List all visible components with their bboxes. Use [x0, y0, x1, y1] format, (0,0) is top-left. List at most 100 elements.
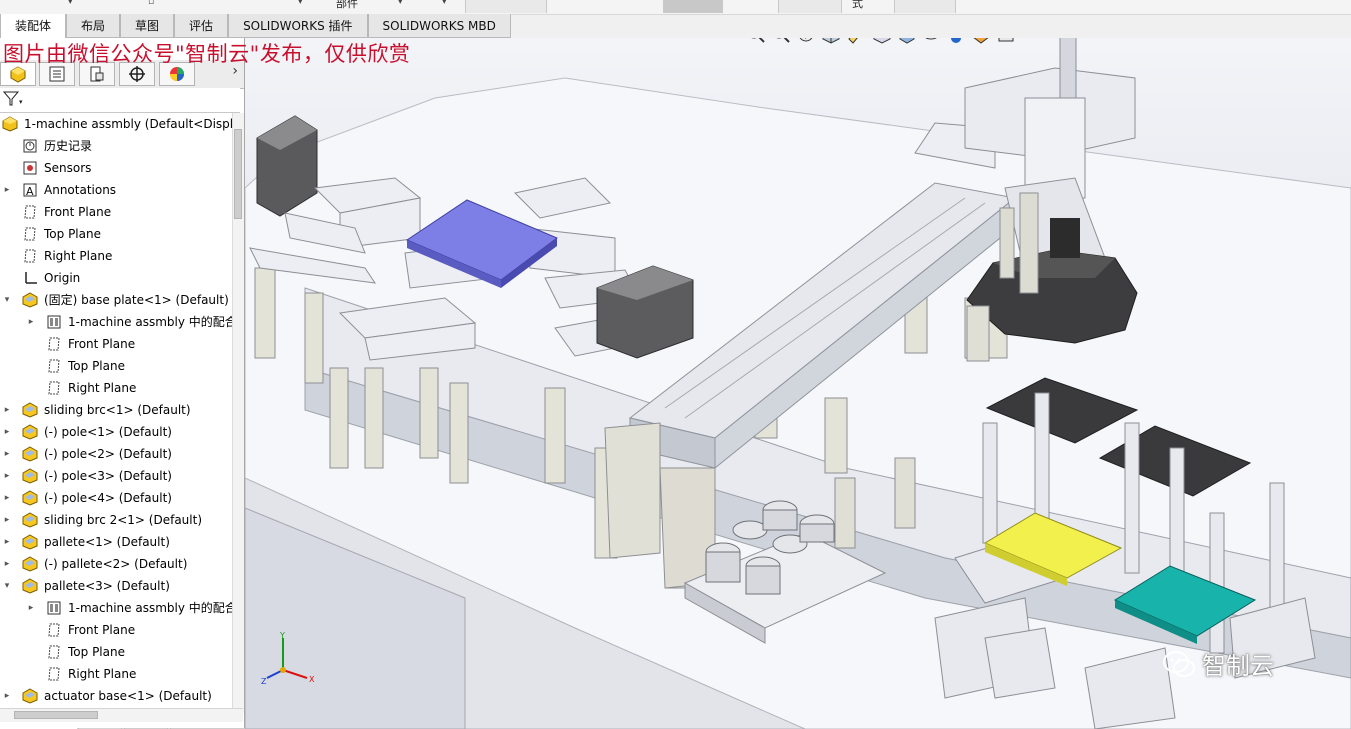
tree-node[interactable]: ▸ pallete<1> (Default)	[0, 531, 232, 553]
wechat-brand-text: 智制云	[1202, 652, 1274, 680]
tab-layout[interactable]: 布局	[66, 14, 121, 38]
tree-node[interactable]: Front Plane	[0, 333, 232, 355]
apply-scene-icon	[973, 38, 989, 44]
tree-node[interactable]: Right Plane	[0, 377, 232, 399]
tree-node[interactable]: Origin	[0, 267, 232, 289]
toolbar-button[interactable]	[778, 0, 842, 13]
filter-icon[interactable]: ▾	[2, 91, 23, 111]
part-icon	[22, 446, 38, 462]
tree-vertical-scrollbar[interactable]	[232, 113, 244, 713]
tab-sketch[interactable]: 草图	[120, 14, 175, 38]
tab-mbd[interactable]: SOLIDWORKS MBD	[367, 14, 511, 38]
view-settings-button[interactable]	[995, 38, 1017, 45]
tree-node[interactable]: ▸ sliding brc<1> (Default)	[0, 399, 232, 421]
expand-arrow-icon[interactable]: ▸	[2, 509, 12, 531]
part-icon	[22, 402, 38, 418]
scrollbar-thumb[interactable]	[234, 129, 242, 219]
tree-node[interactable]: Front Plane	[0, 619, 232, 641]
toolbar-label[interactable]: 部件	[336, 0, 358, 11]
dropdown-arrow-icon[interactable]: ▾	[68, 0, 73, 7]
zoom-to-fit-button[interactable]	[745, 38, 767, 45]
expand-arrow-icon[interactable]: ▸	[2, 443, 12, 465]
toolbar-button[interactable]	[894, 0, 956, 13]
display-style-icon	[899, 38, 915, 44]
plane-icon	[46, 358, 62, 374]
expand-arrow-icon[interactable]: ▸	[2, 685, 12, 707]
toolbar-label[interactable]: 式	[852, 0, 863, 11]
graphics-area[interactable]: Y X Z 智制云	[245, 38, 1351, 729]
tree-node-label: Right Plane	[44, 249, 113, 263]
tree-node[interactable]: ▾ pallete<3> (Default)	[0, 575, 232, 597]
plane-icon	[46, 622, 62, 638]
expand-arrow-icon[interactable]: ▸	[2, 421, 12, 443]
dropdown-arrow-icon[interactable]: ▾	[398, 0, 403, 7]
zoom-area-icon	[776, 38, 790, 43]
tree-node[interactable]: Right Plane	[0, 663, 232, 685]
apply-scene-button[interactable]	[970, 38, 992, 45]
section-view-button[interactable]	[820, 38, 842, 45]
tree-node[interactable]: Top Plane	[0, 223, 232, 245]
tab-evaluate[interactable]: 评估	[174, 14, 229, 38]
edit-appearance-button[interactable]	[945, 38, 967, 45]
dynamic-annotation-button[interactable]	[845, 38, 867, 45]
expand-arrow-icon[interactable]: ▸	[2, 179, 12, 201]
tree-node[interactable]: 1-machine assmbly (Default<Displa	[0, 113, 232, 135]
tree-node[interactable]: ▸ 1-machine assmbly 中的配合	[0, 597, 232, 619]
hide-show-button[interactable]	[920, 38, 942, 45]
feature-tree: 1-machine assmbly (Default<Displa 历史记录 Sen…	[0, 113, 232, 713]
assembly-model[interactable]	[245, 38, 1351, 729]
triad-y-label: Y	[279, 631, 285, 640]
zoom-area-button[interactable]	[770, 38, 792, 45]
expand-arrow-icon[interactable]: ▸	[2, 465, 12, 487]
tree-node[interactable]: ▸ (-) pole<2> (Default)	[0, 443, 232, 465]
expand-arrow-icon[interactable]: ▸	[2, 487, 12, 509]
tab-assembly[interactable]: 装配体	[0, 14, 67, 38]
history-icon	[22, 138, 38, 154]
dropdown-arrow-icon[interactable]: ▫	[148, 0, 154, 7]
collapse-arrow-icon[interactable]: ▾	[2, 289, 12, 311]
scrollbar-thumb[interactable]	[14, 711, 98, 719]
tree-node[interactable]: ▸ A Annotations	[0, 179, 232, 201]
view-orientation-button[interactable]	[870, 38, 892, 45]
tree-horizontal-scrollbar[interactable]	[0, 708, 243, 722]
tree-filter-bar[interactable]: ▾	[0, 88, 240, 113]
part-icon	[22, 578, 38, 594]
mates-icon	[46, 600, 62, 616]
tree-node[interactable]: Top Plane	[0, 355, 232, 377]
tree-node-label: pallete<3> (Default)	[44, 579, 170, 593]
collapse-arrow-icon[interactable]: ▾	[2, 575, 12, 597]
tree-node[interactable]: ▸ sliding brc 2<1> (Default)	[0, 509, 232, 531]
tree-node[interactable]: ▸ (-) pole<1> (Default)	[0, 421, 232, 443]
tree-node[interactable]: ▾ (固定) base plate<1> (Default)	[0, 289, 232, 311]
plane-icon	[22, 204, 38, 220]
tree-node[interactable]: Right Plane	[0, 245, 232, 267]
toolbar-button[interactable]	[465, 0, 547, 13]
tree-node[interactable]: 历史记录	[0, 135, 232, 157]
tab-addins[interactable]: SOLIDWORKS 插件	[228, 14, 368, 38]
tree-node-label: Top Plane	[44, 227, 101, 241]
tree-node[interactable]: ▸ (-) pole<4> (Default)	[0, 487, 232, 509]
wechat-icon	[1163, 650, 1195, 677]
display-style-button[interactable]	[895, 38, 917, 45]
tree-node-label: actuator base<1> (Default)	[44, 689, 212, 703]
tree-node[interactable]: ▸ (-) pallete<2> (Default)	[0, 553, 232, 575]
previous-view-icon	[799, 38, 813, 42]
expand-arrow-icon[interactable]: ▸	[26, 597, 36, 619]
expand-arrow-icon[interactable]: ▸	[2, 399, 12, 421]
expand-arrow-icon[interactable]: ▸	[2, 553, 12, 575]
tree-node[interactable]: Top Plane	[0, 641, 232, 663]
dropdown-arrow-icon[interactable]: ▾	[298, 0, 303, 7]
tree-node[interactable]: Sensors	[0, 157, 232, 179]
dropdown-arrow-icon[interactable]: ▾	[442, 0, 447, 7]
tree-node[interactable]: ▸ actuator base<1> (Default)	[0, 685, 232, 707]
tree-node[interactable]: ▸ (-) pole<3> (Default)	[0, 465, 232, 487]
previous-view-button[interactable]	[795, 38, 817, 45]
tree-node[interactable]: ▸ 1-machine assmbly 中的配合	[0, 311, 232, 333]
tree-node-label: Annotations	[44, 183, 117, 197]
tree-node[interactable]: Front Plane	[0, 201, 232, 223]
tree-node-label: 历史记录	[44, 139, 93, 153]
hide-show-icon	[925, 38, 937, 40]
expand-arrow-icon[interactable]: ▸	[2, 531, 12, 553]
toolbar-button[interactable]	[663, 0, 723, 13]
expand-arrow-icon[interactable]: ▸	[26, 311, 36, 333]
